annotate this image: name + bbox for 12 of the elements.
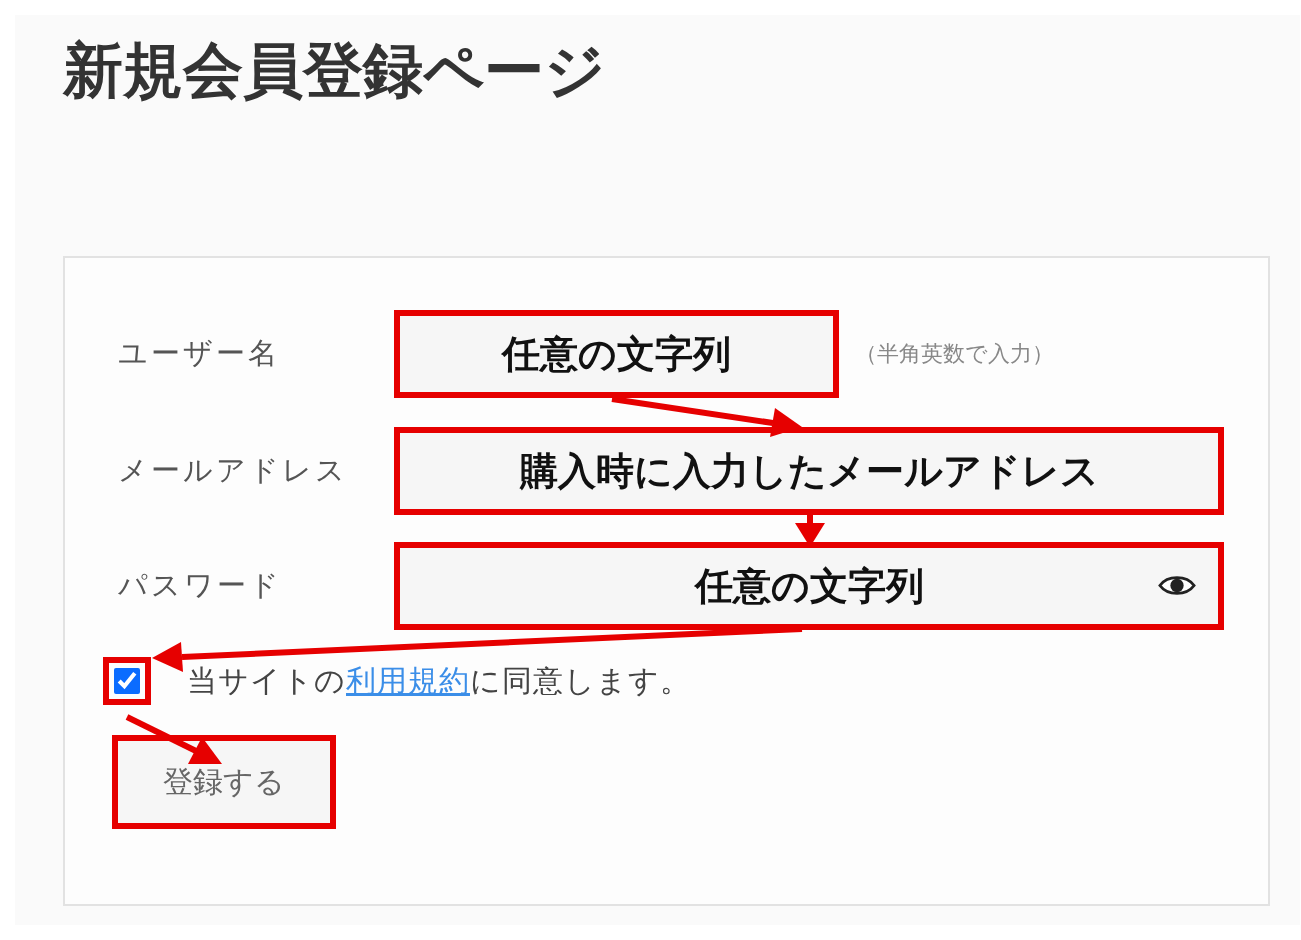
field-hint: （半角英数で入力） [855, 340, 1054, 368]
register-button[interactable]: 登録する [112, 735, 336, 829]
eye-icon[interactable] [1158, 573, 1196, 598]
input-field[interactable]: 任意の文字列 [394, 542, 1224, 630]
field-label: メールアドレス [118, 452, 349, 489]
agreement-text: 当サイトの利用規約に同意します。 [187, 661, 691, 700]
input-field[interactable]: 任意の文字列 [394, 310, 839, 398]
field-label: パスワード [118, 567, 283, 604]
agree-checkbox[interactable] [114, 668, 140, 694]
field-label: ユーザー名 [118, 335, 281, 372]
page-title: 新規会員登録ページ [63, 35, 606, 105]
input-field[interactable]: 購入時に入力したメールアドレス [394, 427, 1224, 515]
